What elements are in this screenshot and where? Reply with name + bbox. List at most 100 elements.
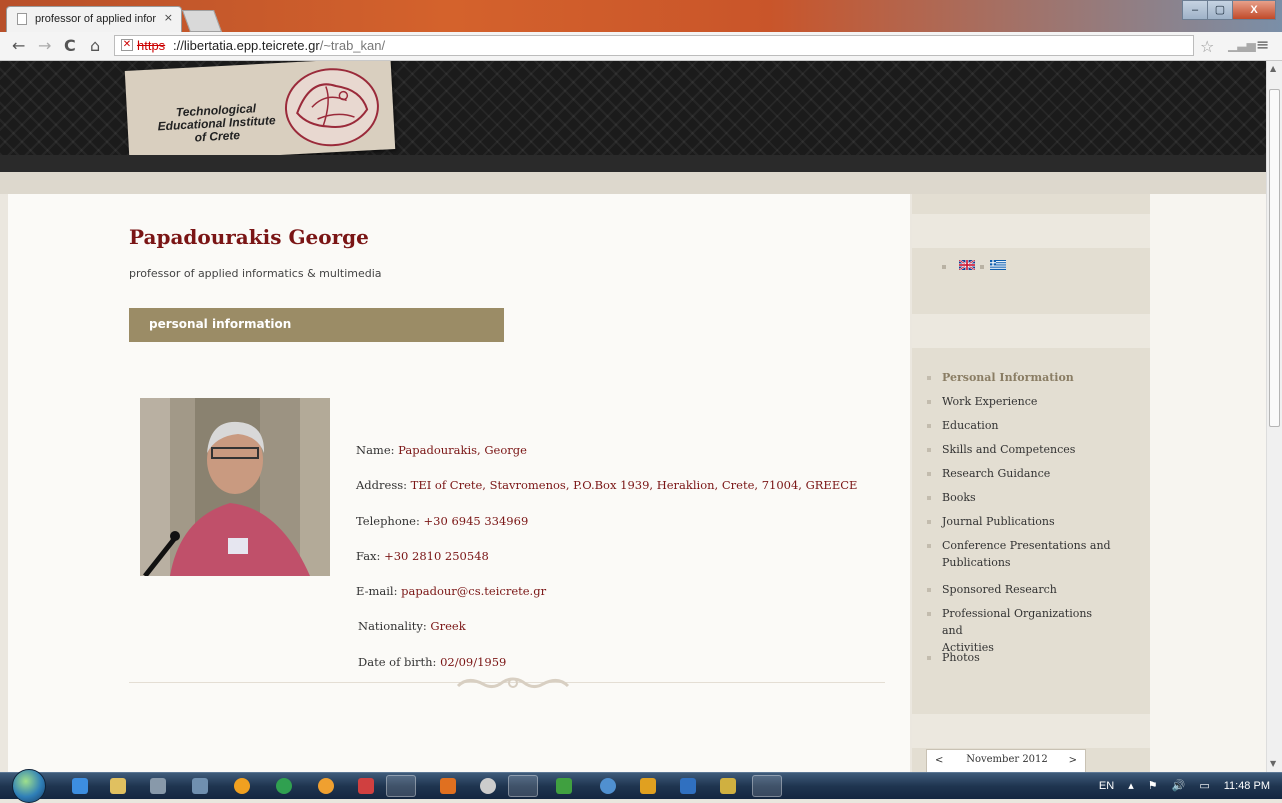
- calendar-next-button[interactable]: >: [1069, 755, 1077, 766]
- menu-item-research-guidance[interactable]: Research Guidance: [927, 465, 1112, 482]
- field-label: Address:: [356, 478, 411, 492]
- app-icon[interactable]: [680, 778, 696, 794]
- scroll-down-icon[interactable]: ▼: [1270, 759, 1276, 768]
- word-icon[interactable]: [386, 775, 416, 797]
- maximize-button[interactable]: ▢: [1207, 0, 1233, 20]
- menu-label: Research Guidance: [942, 467, 1051, 480]
- browser-tab[interactable]: professor of applied infor ×: [6, 6, 182, 32]
- menu-item-education[interactable]: Education: [927, 417, 1112, 434]
- address-bar[interactable]: ✕ https ://libertatia.epp.teicrete.gr/~t…: [114, 35, 1194, 56]
- browser-toolbar: ← → C ⌂ ✕ https ://libertatia.epp.teicre…: [0, 32, 1282, 61]
- calendar-widget: November 2012 < >: [926, 749, 1086, 772]
- scroll-up-icon[interactable]: ▲: [1270, 64, 1276, 73]
- ie-icon[interactable]: [72, 778, 88, 794]
- tray-expand-icon[interactable]: ▴: [1128, 779, 1134, 792]
- tab-title: professor of applied infor: [35, 13, 157, 25]
- forward-arrow-icon[interactable]: →: [38, 36, 51, 55]
- menu-item-books[interactable]: Books: [927, 489, 1112, 506]
- field-value: TEI of Crete, Stavromenos, P.O.Box 1939,…: [410, 478, 858, 492]
- bullet: [942, 265, 946, 269]
- signal-bars-icon[interactable]: ▁▃▅: [1228, 38, 1256, 52]
- url-path: /~trab_kan/: [319, 38, 386, 53]
- menu-label: Conference Presentations and: [942, 539, 1111, 552]
- field-label: Name:: [356, 443, 399, 457]
- header-band: [0, 155, 1266, 172]
- field-value: +30 6945 334969: [423, 514, 529, 528]
- menu-item-skills[interactable]: Skills and Competences: [927, 441, 1112, 458]
- right-margin: [1150, 194, 1266, 772]
- bookmark-star-icon[interactable]: ☆: [1200, 37, 1214, 56]
- greek-flag-icon[interactable]: [990, 260, 1006, 270]
- field-value: +30 2810 250548: [384, 549, 489, 563]
- app-icon[interactable]: [480, 778, 496, 794]
- app-icon[interactable]: [440, 778, 456, 794]
- email-link[interactable]: papadour@cs.teicrete.gr: [401, 584, 546, 598]
- system-tray: EN ▴ ⚑ 🔊 ▭ 11:48 PM: [1099, 779, 1270, 793]
- app-icon[interactable]: [720, 778, 736, 794]
- seal-icon: [284, 68, 379, 147]
- scroll-thumb[interactable]: [1269, 89, 1280, 427]
- app-icon[interactable]: [640, 778, 656, 794]
- page-icon: [17, 13, 27, 25]
- browser-titlebar: professor of applied infor × – ▢ X: [0, 0, 1282, 32]
- menu-item-photos[interactable]: Photos: [927, 649, 1112, 666]
- calendar-month: November 2012: [966, 754, 1048, 765]
- flag-icon[interactable]: ⚑: [1148, 779, 1158, 792]
- app-icon[interactable]: [150, 778, 166, 794]
- network-icon[interactable]: ▭: [1199, 779, 1209, 792]
- app-icon[interactable]: [556, 778, 572, 794]
- explorer-icon[interactable]: [110, 778, 126, 794]
- page-subtitle: professor of applied informatics & multi…: [129, 267, 382, 280]
- chrome-icon[interactable]: [508, 775, 538, 797]
- field-label: Nationality:: [358, 619, 431, 633]
- menu-label: Work Experience: [942, 395, 1038, 408]
- menu-item-sponsored-research[interactable]: Sponsored Research: [927, 581, 1112, 598]
- close-window-button[interactable]: X: [1232, 0, 1276, 20]
- menu-label: Skills and Competences: [942, 443, 1076, 456]
- reload-icon[interactable]: C: [64, 36, 76, 55]
- app-icon[interactable]: [358, 778, 374, 794]
- logo-text: Technological Educational Institute of C…: [141, 100, 293, 147]
- field-label: Fax:: [356, 549, 385, 563]
- menu-item-conference-presentations[interactable]: Conference Presentations and Publications: [927, 537, 1112, 571]
- menu-label: Professional Organizations and: [942, 607, 1093, 637]
- app-icon[interactable]: [318, 778, 334, 794]
- clock[interactable]: 11:48 PM: [1224, 780, 1270, 792]
- back-arrow-icon[interactable]: ←: [12, 36, 25, 55]
- field-email: E-mail: papadour@cs.teicrete.gr: [356, 584, 546, 598]
- app-icon[interactable]: [600, 778, 616, 794]
- sidebar-band: [912, 314, 1150, 348]
- home-icon[interactable]: ⌂: [90, 36, 100, 55]
- field-fax: Fax: +30 2810 250548: [356, 549, 489, 563]
- field-birthdate: Date of birth: 02/09/1959: [358, 655, 506, 669]
- field-value: Greek: [430, 619, 466, 633]
- broken-lock-icon[interactable]: ✕: [121, 39, 133, 51]
- sidebar-band: [912, 214, 1150, 248]
- field-label: E-mail:: [356, 584, 402, 598]
- menu-item-work-experience[interactable]: Work Experience: [927, 393, 1112, 410]
- field-value: Papadourakis, George: [398, 443, 527, 457]
- app-icon[interactable]: [752, 775, 782, 797]
- volume-icon[interactable]: 🔊: [1172, 779, 1186, 792]
- menu-item-personal-information[interactable]: Personal Information: [927, 369, 1112, 386]
- section-header: personal information: [129, 308, 504, 342]
- institute-logo[interactable]: Technological Educational Institute of C…: [124, 61, 396, 163]
- app-icon[interactable]: [192, 778, 208, 794]
- menu-item-journal-publications[interactable]: Journal Publications: [927, 513, 1112, 530]
- calendar-prev-button[interactable]: <: [935, 755, 943, 766]
- new-tab-button[interactable]: [181, 10, 223, 32]
- page-scrollbar[interactable]: ▲ ▼: [1266, 61, 1282, 772]
- field-label: Date of birth:: [358, 655, 441, 669]
- minimize-button[interactable]: –: [1182, 0, 1208, 20]
- url-text: ://libertatia.epp.teicrete.gr/~trab_kan/: [173, 38, 385, 53]
- english-flag-icon[interactable]: [959, 260, 975, 270]
- language-indicator[interactable]: EN: [1099, 780, 1114, 792]
- app-icon[interactable]: [276, 778, 292, 794]
- section-title: personal information: [149, 317, 292, 331]
- menu-label: Education: [942, 419, 999, 432]
- app-icon[interactable]: [234, 778, 250, 794]
- tab-close-icon[interactable]: ×: [164, 11, 173, 24]
- chrome-menu-icon[interactable]: ≡: [1256, 35, 1269, 54]
- sidebar: Personal Information Work Experience Edu…: [912, 194, 1150, 772]
- page-title: Papadourakis George: [129, 225, 369, 249]
